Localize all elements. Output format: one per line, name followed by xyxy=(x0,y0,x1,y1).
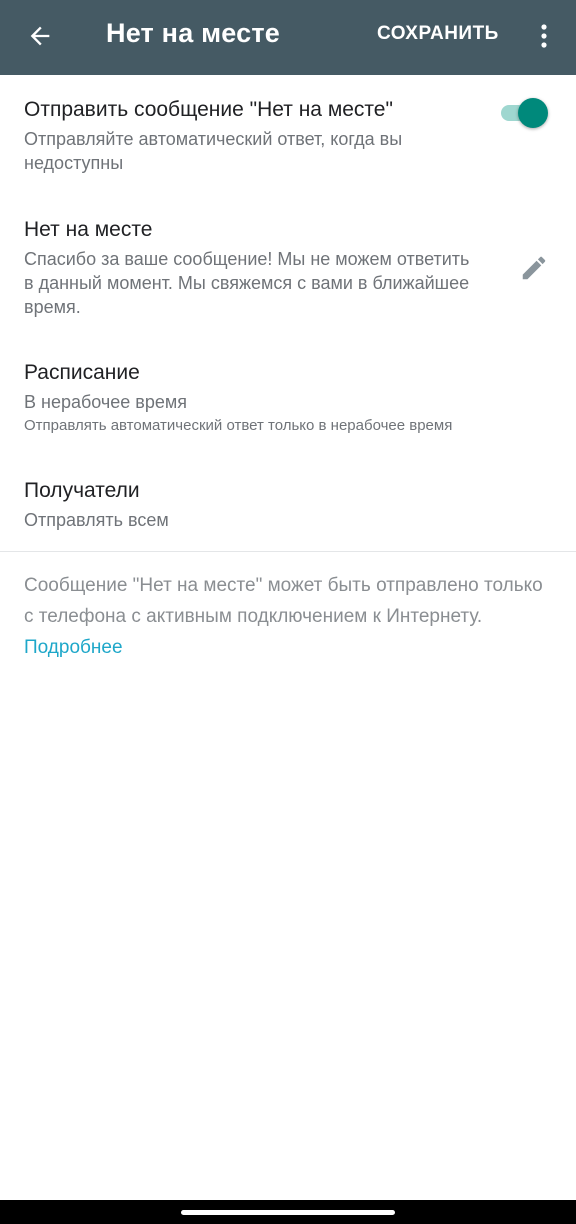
more-vert-icon xyxy=(541,24,547,48)
arrow-left-icon xyxy=(30,26,50,46)
home-handle[interactable] xyxy=(181,1210,395,1215)
system-nav-bar xyxy=(0,1200,576,1224)
away-toggle-setting[interactable]: Отправить сообщение "Нет на месте" Отпра… xyxy=(24,97,554,175)
away-message-text: Спасибо за ваше сообщение! Мы не можем о… xyxy=(24,249,470,317)
away-toggle-switch[interactable] xyxy=(498,96,550,128)
footer-note-text: Сообщение "Нет на месте" может быть отпр… xyxy=(24,575,543,627)
back-button[interactable] xyxy=(16,14,64,58)
edit-message-button[interactable] xyxy=(516,250,552,286)
away-message-setting[interactable]: Нет на месте Спасибо за ваше сообщение! … xyxy=(24,217,554,319)
page-title: Нет на месте xyxy=(106,18,280,48)
save-button[interactable]: СОХРАНИТЬ xyxy=(377,23,499,45)
footer-note: Сообщение "Нет на месте" может быть отпр… xyxy=(24,570,544,663)
learn-more-link[interactable]: Подробнее xyxy=(24,637,123,658)
schedule-value: В нерабочее время xyxy=(24,392,188,412)
app-bar: Нет на месте СОХРАНИТЬ xyxy=(0,0,576,75)
divider xyxy=(0,551,576,552)
schedule-note: Отправлять автоматический ответ только в… xyxy=(24,417,453,434)
pencil-icon xyxy=(522,256,546,280)
recipients-title: Получатели xyxy=(24,479,140,502)
away-toggle-title: Отправить сообщение "Нет на месте" xyxy=(24,98,393,121)
schedule-title: Расписание xyxy=(24,361,140,384)
schedule-setting[interactable]: Расписание В нерабочее время Отправлять … xyxy=(24,360,554,436)
recipients-value: Отправлять всем xyxy=(24,510,169,530)
more-options-button[interactable] xyxy=(526,16,562,56)
recipients-setting[interactable]: Получатели Отправлять всем xyxy=(24,478,554,532)
away-toggle-subtitle: Отправляйте автоматический ответ, когда … xyxy=(24,129,403,173)
toggle-thumb xyxy=(518,98,548,128)
away-message-title: Нет на месте xyxy=(24,218,153,241)
